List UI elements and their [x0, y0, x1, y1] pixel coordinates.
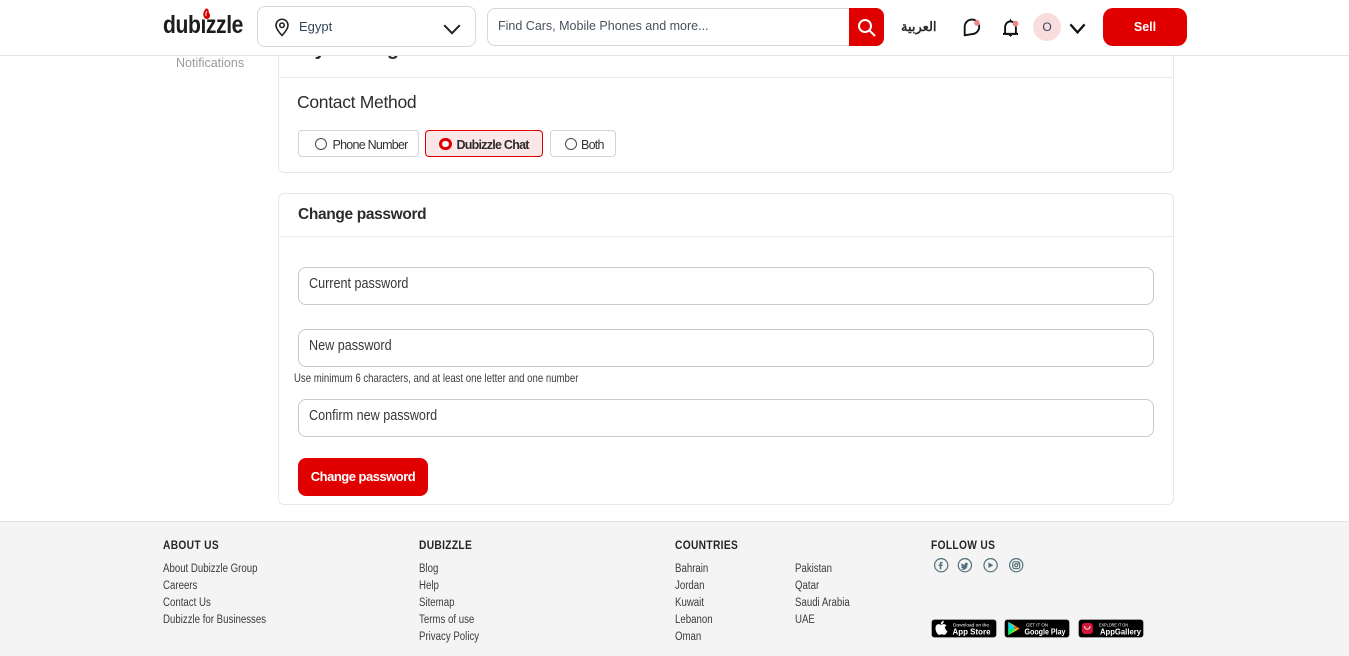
svg-text:AppGallery: AppGallery [1100, 626, 1141, 636]
svg-text:App Store: App Store [953, 626, 991, 636]
svg-text:Google Play: Google Play [1025, 626, 1066, 636]
